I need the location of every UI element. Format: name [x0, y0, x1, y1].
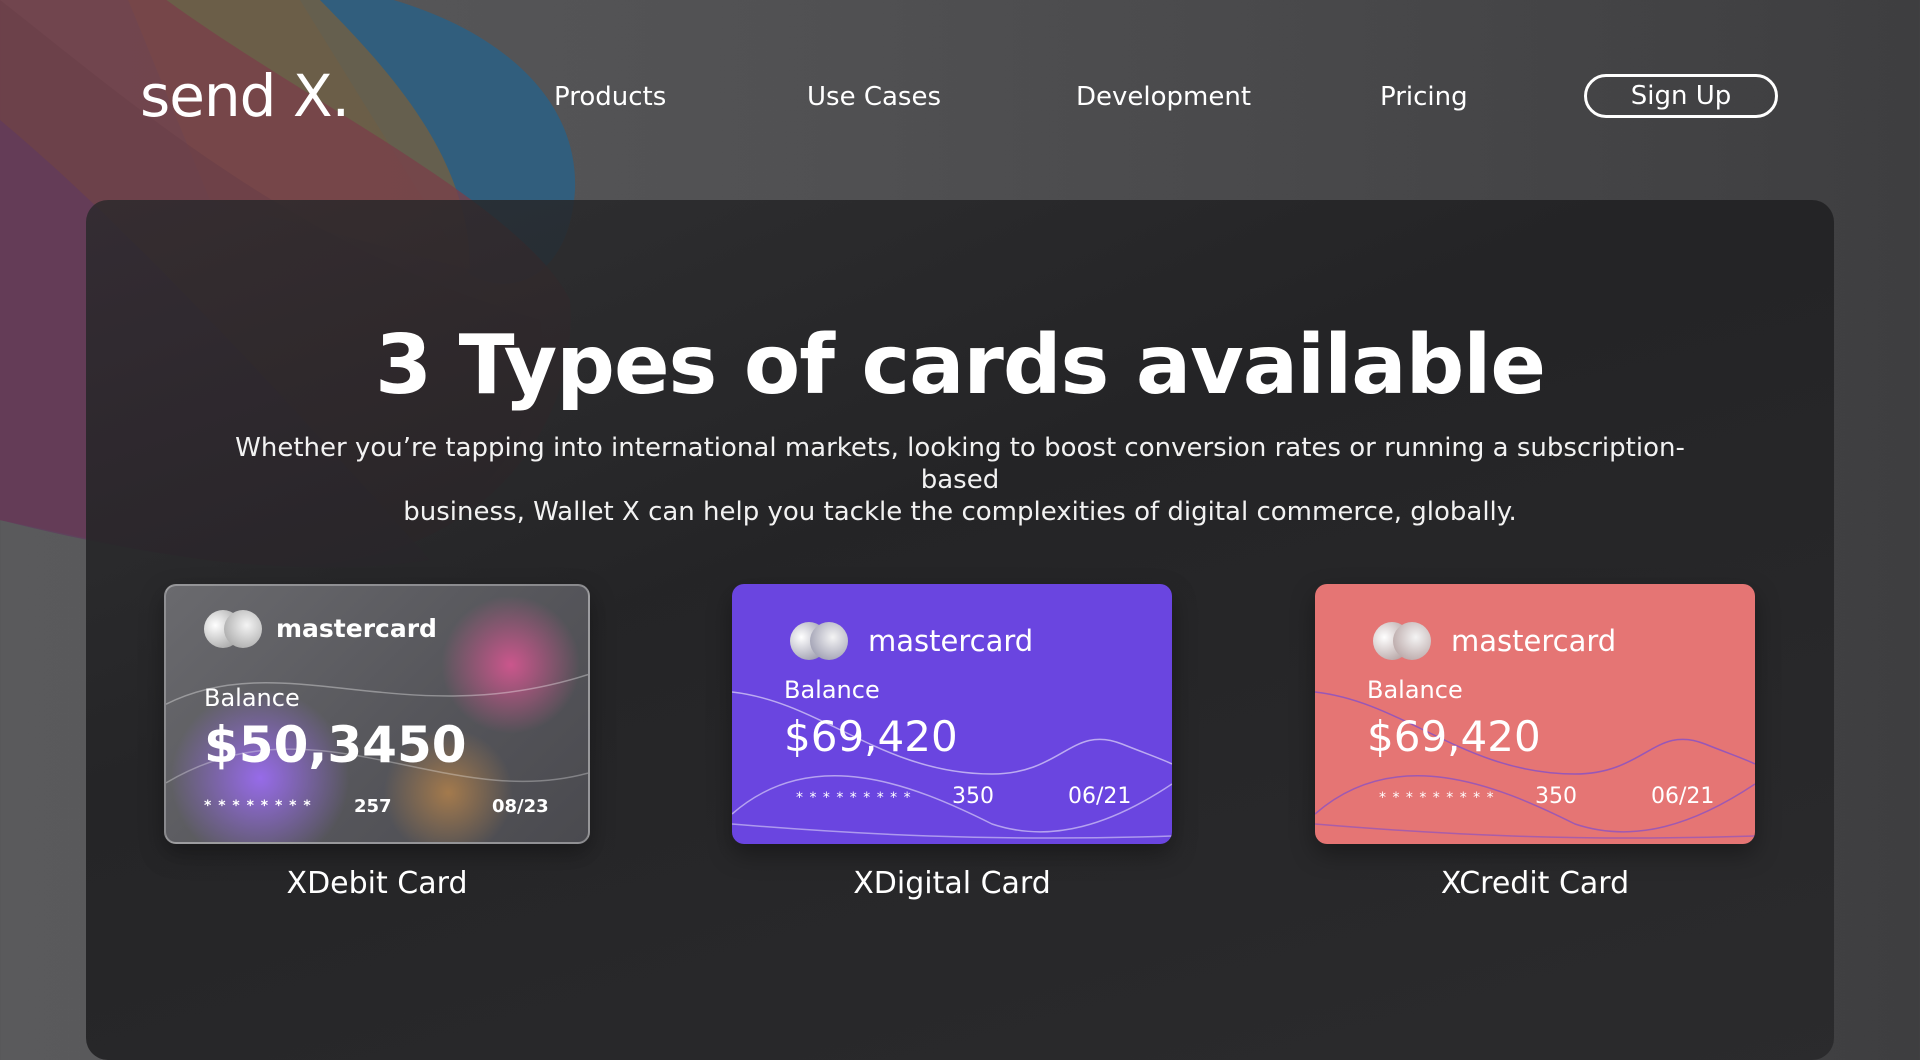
balance-label: Balance [204, 684, 300, 712]
xcredit-card-label: XCredit Card [1440, 866, 1630, 901]
nav-use-cases[interactable]: Use Cases [807, 82, 941, 112]
xdebit-card[interactable]: mastercard Balance $50,3450 * * * * * * … [164, 584, 590, 844]
mastercard-icon [1373, 622, 1433, 662]
top-navigation: send X. Products Use Cases Development P… [0, 0, 1920, 190]
balance-label: Balance [1367, 676, 1463, 704]
card-expiry: 08/23 [492, 796, 549, 817]
brand-logo[interactable]: send X. [140, 62, 350, 130]
xdebit-card-label: XDebit Card [286, 866, 468, 901]
card-cvv: 350 [1535, 784, 1577, 809]
card-balance: $69,420 [1367, 712, 1541, 761]
card-cvv: 257 [354, 796, 392, 817]
nav-development[interactable]: Development [1076, 82, 1251, 112]
sign-up-button[interactable]: Sign Up [1584, 74, 1778, 118]
nav-pricing[interactable]: Pricing [1380, 82, 1468, 112]
card-balance: $69,420 [784, 712, 958, 761]
masked-card-number: * * * * * * * * * [1379, 790, 1495, 806]
masked-card-number: * * * * * * * * [204, 798, 312, 814]
subtitle-line-1: Whether you’re tapping into internationa… [235, 433, 1685, 495]
subtitle-line-2: business, Wallet X can help you tackle t… [403, 497, 1517, 527]
xdigital-card[interactable]: mastercard Balance $69,420 * * * * * * *… [732, 584, 1172, 844]
card-network: mastercard [276, 614, 437, 643]
nav-products[interactable]: Products [554, 82, 666, 112]
balance-label: Balance [784, 676, 880, 704]
card-network: mastercard [1451, 624, 1617, 658]
card-network: mastercard [868, 624, 1034, 658]
xcredit-card[interactable]: mastercard Balance $69,420 * * * * * * *… [1315, 584, 1755, 844]
card-expiry: 06/21 [1651, 784, 1715, 809]
card-cvv: 350 [952, 784, 994, 809]
page-subtitle: Whether you’re tapping into internationa… [210, 432, 1710, 528]
mastercard-icon [204, 610, 264, 650]
page-title: 3 Types of cards available [374, 318, 1546, 413]
card-expiry: 06/21 [1068, 784, 1132, 809]
card-balance: $50,3450 [204, 716, 467, 774]
mastercard-icon [790, 622, 850, 662]
xdigital-card-label: XDigital Card [853, 866, 1051, 901]
masked-card-number: * * * * * * * * * [796, 790, 912, 806]
